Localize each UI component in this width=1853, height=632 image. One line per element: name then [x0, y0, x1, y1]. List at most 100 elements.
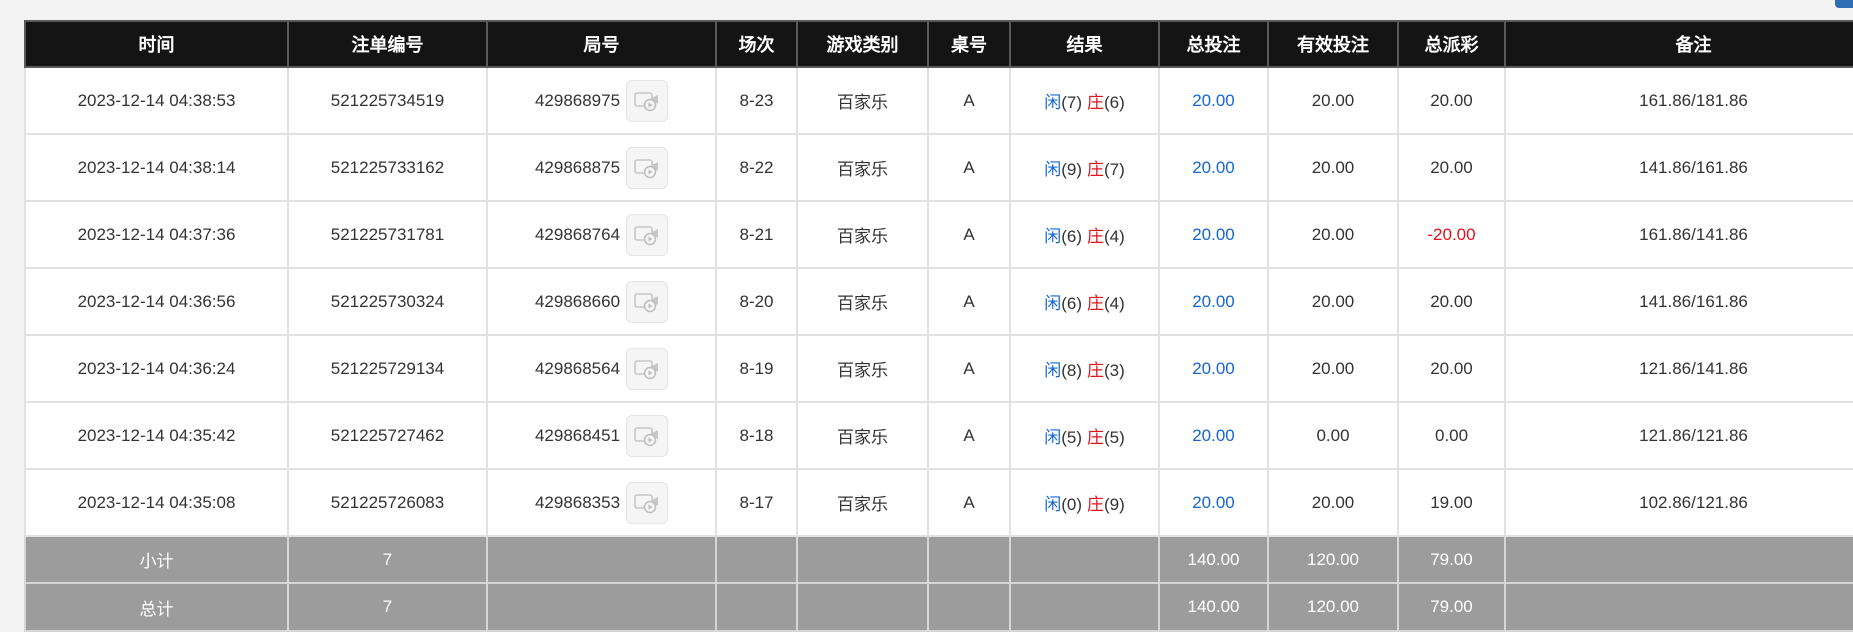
banker-label: 庄 — [1087, 160, 1104, 179]
video-replay-icon[interactable] — [626, 347, 669, 390]
cell-session: 8-21 — [715, 200, 798, 269]
cell-payout: 20.00 — [1397, 133, 1506, 202]
cell-valid-bet: 20.00 — [1267, 200, 1399, 269]
column-header-round-no: 局号 — [486, 20, 717, 68]
bet-records-container: 时间 注单编号 局号 场次 游戏类别 桌号 结果 总投注 有效投注 总派彩 备注… — [24, 20, 1853, 632]
cell-game: 百家乐 — [796, 468, 929, 537]
banker-score: (4) — [1104, 227, 1125, 246]
subtotal-payout: 79.00 — [1397, 535, 1506, 584]
cell-game: 百家乐 — [796, 200, 929, 269]
bet-records-table: 时间 注单编号 局号 场次 游戏类别 桌号 结果 总投注 有效投注 总派彩 备注… — [24, 20, 1853, 632]
cell-result: 闲(9) 庄(7) — [1009, 133, 1160, 202]
banker-score: (5) — [1104, 428, 1125, 447]
cell-session: 8-17 — [715, 468, 798, 537]
cell-total-bet: 20.00 — [1158, 267, 1269, 336]
cell-table: A — [927, 401, 1011, 470]
player-label: 闲 — [1044, 495, 1062, 514]
cell-table: A — [927, 468, 1011, 537]
cell-note: 141.86/161.86 — [1504, 267, 1853, 336]
cell-round-no: 429868564 — [486, 334, 717, 403]
total-valid-bet: 120.00 — [1267, 582, 1399, 632]
cell-total-bet: 20.00 — [1158, 200, 1269, 269]
player-score: (6) — [1061, 227, 1082, 246]
cell-order-no: 521225733162 — [287, 133, 488, 202]
cell-time: 2023-12-14 04:38:14 — [24, 133, 289, 202]
table-row: 2023-12-14 04:38:53 521225734519 429868975… — [24, 66, 1853, 135]
banker-label: 庄 — [1087, 93, 1104, 112]
cell-time: 2023-12-14 04:35:08 — [24, 468, 289, 537]
round-no-value: 429868660 — [534, 291, 621, 311]
subtotal-valid-bet: 120.00 — [1267, 535, 1399, 584]
cell-round-no: 429868975 — [486, 66, 717, 135]
cell-round-no: 429868451 — [486, 401, 717, 470]
banker-score: (7) — [1104, 160, 1125, 179]
cell-valid-bet: 20.00 — [1267, 133, 1399, 202]
player-score: (0) — [1061, 495, 1082, 514]
cell-game: 百家乐 — [796, 401, 929, 470]
cell-payout: -20.00 — [1397, 200, 1506, 269]
cell-payout: 20.00 — [1397, 267, 1506, 336]
cell-time: 2023-12-14 04:35:42 — [24, 401, 289, 470]
banker-label: 庄 — [1087, 495, 1104, 514]
column-header-time: 时间 — [24, 20, 289, 68]
cell-valid-bet: 20.00 — [1267, 468, 1399, 537]
video-replay-icon[interactable] — [626, 414, 669, 457]
player-label: 闲 — [1044, 361, 1062, 380]
video-replay-icon[interactable] — [626, 146, 669, 189]
banker-label: 庄 — [1087, 428, 1104, 447]
cell-time: 2023-12-14 04:37:36 — [24, 200, 289, 269]
cell-game: 百家乐 — [796, 334, 929, 403]
banker-label: 庄 — [1087, 227, 1104, 246]
cell-order-no: 521225727462 — [287, 401, 488, 470]
video-replay-icon[interactable] — [626, 481, 669, 524]
round-no-value: 429868451 — [534, 425, 621, 445]
round-no-value: 429868764 — [534, 224, 621, 244]
column-header-result: 结果 — [1009, 20, 1160, 68]
cell-total-bet: 20.00 — [1158, 401, 1269, 470]
table-row: 2023-12-14 04:36:56 521225730324 429868660… — [24, 267, 1853, 336]
video-replay-icon[interactable] — [626, 213, 669, 256]
video-replay-icon[interactable] — [626, 280, 669, 323]
cell-order-no: 521225731781 — [287, 200, 488, 269]
cell-note: 102.86/121.86 — [1504, 468, 1853, 537]
banker-label: 庄 — [1087, 294, 1104, 313]
banker-score: (4) — [1104, 294, 1125, 313]
cell-session: 8-19 — [715, 334, 798, 403]
cell-table: A — [927, 66, 1011, 135]
round-no-value: 429868353 — [534, 492, 621, 512]
cell-round-no: 429868764 — [486, 200, 717, 269]
cell-valid-bet: 0.00 — [1267, 401, 1399, 470]
cell-session: 8-20 — [715, 267, 798, 336]
round-no-value: 429868875 — [534, 157, 621, 177]
total-payout: 79.00 — [1397, 582, 1506, 632]
cell-result: 闲(7) 庄(6) — [1009, 66, 1160, 135]
cell-total-bet: 20.00 — [1158, 468, 1269, 537]
player-label: 闲 — [1044, 428, 1062, 447]
cell-note: 121.86/141.86 — [1504, 334, 1853, 403]
cell-result: 闲(6) 庄(4) — [1009, 267, 1160, 336]
player-score: (7) — [1061, 93, 1082, 112]
cell-order-no: 521225734519 — [287, 66, 488, 135]
cell-valid-bet: 20.00 — [1267, 334, 1399, 403]
subtotal-row: 小计 7 140.00 120.00 79.00 — [24, 535, 1853, 584]
cell-note: 161.86/141.86 — [1504, 200, 1853, 269]
total-count: 7 — [287, 582, 488, 632]
banker-label: 庄 — [1087, 361, 1104, 380]
banker-score: (9) — [1104, 495, 1125, 514]
player-label: 闲 — [1044, 227, 1062, 246]
cell-order-no: 521225730324 — [287, 267, 488, 336]
total-row: 总计 7 140.00 120.00 79.00 — [24, 582, 1853, 632]
cell-payout: 0.00 — [1397, 401, 1506, 470]
table-row: 2023-12-14 04:38:14 521225733162 429868875… — [24, 133, 1853, 202]
column-header-total-bet: 总投注 — [1158, 20, 1269, 68]
table-row: 2023-12-14 04:35:08 521225726083 429868353… — [24, 468, 1853, 537]
cell-session: 8-18 — [715, 401, 798, 470]
cell-time: 2023-12-14 04:36:56 — [24, 267, 289, 336]
corner-tab[interactable] — [1835, 0, 1853, 8]
cell-order-no: 521225726083 — [287, 468, 488, 537]
total-total-bet: 140.00 — [1158, 582, 1269, 632]
subtotal-label: 小计 — [24, 535, 289, 584]
video-replay-icon[interactable] — [626, 79, 669, 122]
subtotal-total-bet: 140.00 — [1158, 535, 1269, 584]
cell-total-bet: 20.00 — [1158, 334, 1269, 403]
